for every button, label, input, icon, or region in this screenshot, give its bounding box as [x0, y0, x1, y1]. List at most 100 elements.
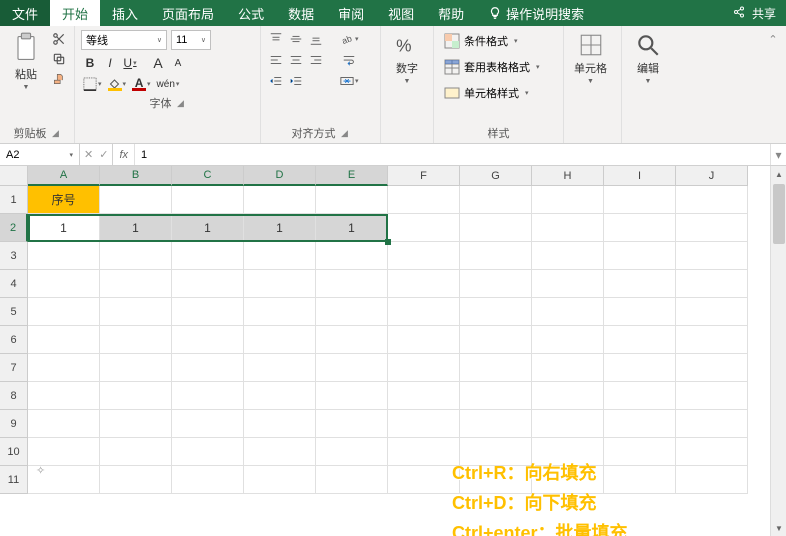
column-header-G[interactable]: G: [460, 166, 532, 186]
cell-C4[interactable]: [172, 270, 244, 298]
cell-B3[interactable]: [100, 242, 172, 270]
cell-G10[interactable]: [460, 438, 532, 466]
tab-page-layout[interactable]: 页面布局: [150, 0, 226, 26]
row-header-2[interactable]: 2: [0, 214, 28, 242]
tab-insert[interactable]: 插入: [100, 0, 150, 26]
copy-button[interactable]: [50, 50, 68, 68]
cell-C1[interactable]: [172, 186, 244, 214]
cell-D3[interactable]: [244, 242, 316, 270]
cell-B11[interactable]: [100, 466, 172, 494]
alignment-launcher[interactable]: ◢: [340, 128, 350, 138]
cell-A11[interactable]: [28, 466, 100, 494]
shrink-font-button[interactable]: A: [169, 54, 187, 72]
cell-D9[interactable]: [244, 410, 316, 438]
row-header-5[interactable]: 5: [0, 298, 28, 326]
font-launcher[interactable]: ◢: [176, 98, 186, 108]
cell-I9[interactable]: [604, 410, 676, 438]
cell-J9[interactable]: [676, 410, 748, 438]
paste-button[interactable]: 粘贴 ▼: [6, 30, 46, 93]
cell-I2[interactable]: [604, 214, 676, 242]
cell-G1[interactable]: [460, 186, 532, 214]
cell-I4[interactable]: [604, 270, 676, 298]
cell-F8[interactable]: [388, 382, 460, 410]
confirm-edit-button[interactable]: ✓: [99, 148, 108, 161]
align-bottom-button[interactable]: [307, 30, 325, 48]
cell-H3[interactable]: [532, 242, 604, 270]
cell-J3[interactable]: [676, 242, 748, 270]
grow-font-button[interactable]: A: [149, 54, 167, 72]
name-box[interactable]: A2 ▾: [0, 144, 80, 165]
cell-A6[interactable]: [28, 326, 100, 354]
tab-home[interactable]: 开始: [50, 0, 100, 26]
cell-B10[interactable]: [100, 438, 172, 466]
cell-F1[interactable]: [388, 186, 460, 214]
cell-B9[interactable]: [100, 410, 172, 438]
orientation-button[interactable]: ab▾: [340, 30, 359, 48]
cell-F5[interactable]: [388, 298, 460, 326]
format-as-table-button[interactable]: 套用表格格式▾: [440, 56, 557, 78]
cancel-edit-button[interactable]: ✕: [84, 148, 93, 161]
cell-F7[interactable]: [388, 354, 460, 382]
phonetic-button[interactable]: wén▾: [155, 75, 182, 93]
cell-F10[interactable]: [388, 438, 460, 466]
cell-E1[interactable]: [316, 186, 388, 214]
fill-color-button[interactable]: ▾: [106, 75, 129, 93]
italic-button[interactable]: I: [101, 54, 119, 72]
tab-data[interactable]: 数据: [276, 0, 326, 26]
cell-D11[interactable]: [244, 466, 316, 494]
tab-formulas[interactable]: 公式: [226, 0, 276, 26]
cell-E10[interactable]: [316, 438, 388, 466]
cell-J6[interactable]: [676, 326, 748, 354]
cell-F6[interactable]: [388, 326, 460, 354]
cell-A2[interactable]: 1: [28, 214, 100, 242]
row-header-8[interactable]: 8: [0, 382, 28, 410]
cell-A10[interactable]: [28, 438, 100, 466]
row-header-11[interactable]: 11: [0, 466, 28, 494]
cut-button[interactable]: [50, 30, 68, 48]
borders-button[interactable]: ▾: [81, 75, 104, 93]
cell-H6[interactable]: [532, 326, 604, 354]
column-header-C[interactable]: C: [172, 166, 244, 186]
column-header-A[interactable]: A: [28, 166, 100, 186]
tab-view[interactable]: 视图: [376, 0, 426, 26]
cell-D1[interactable]: [244, 186, 316, 214]
cell-A1[interactable]: 序号: [28, 186, 100, 214]
cell-A7[interactable]: [28, 354, 100, 382]
cell-B2[interactable]: 1: [100, 214, 172, 242]
increase-indent-button[interactable]: [287, 72, 305, 90]
cell-A9[interactable]: [28, 410, 100, 438]
cell-A3[interactable]: [28, 242, 100, 270]
cell-styles-button[interactable]: 单元格样式▾: [440, 82, 557, 104]
cell-C2[interactable]: 1: [172, 214, 244, 242]
select-all-corner[interactable]: [0, 166, 28, 186]
cell-G9[interactable]: [460, 410, 532, 438]
cell-B8[interactable]: [100, 382, 172, 410]
column-header-D[interactable]: D: [244, 166, 316, 186]
scroll-up-button[interactable]: ▲: [771, 166, 786, 182]
cell-A4[interactable]: [28, 270, 100, 298]
cell-D7[interactable]: [244, 354, 316, 382]
cell-G2[interactable]: [460, 214, 532, 242]
cells-button[interactable]: 单元格 ▼: [570, 30, 611, 87]
decrease-indent-button[interactable]: [267, 72, 285, 90]
wrap-text-button[interactable]: [340, 51, 359, 69]
collapse-ribbon-button[interactable]: ⌃: [764, 30, 782, 48]
cell-C9[interactable]: [172, 410, 244, 438]
cell-C6[interactable]: [172, 326, 244, 354]
cell-C8[interactable]: [172, 382, 244, 410]
row-header-7[interactable]: 7: [0, 354, 28, 382]
align-top-button[interactable]: [267, 30, 285, 48]
cell-H11[interactable]: [532, 466, 604, 494]
insert-function-button[interactable]: fx: [113, 144, 135, 165]
cell-J7[interactable]: [676, 354, 748, 382]
cell-F9[interactable]: [388, 410, 460, 438]
font-size-select[interactable]: 11∨: [171, 30, 211, 50]
cell-H4[interactable]: [532, 270, 604, 298]
cell-E8[interactable]: [316, 382, 388, 410]
align-left-button[interactable]: [267, 51, 285, 69]
cell-G4[interactable]: [460, 270, 532, 298]
cell-E7[interactable]: [316, 354, 388, 382]
cell-C5[interactable]: [172, 298, 244, 326]
font-color-button[interactable]: A▾: [130, 75, 153, 93]
cell-B4[interactable]: [100, 270, 172, 298]
